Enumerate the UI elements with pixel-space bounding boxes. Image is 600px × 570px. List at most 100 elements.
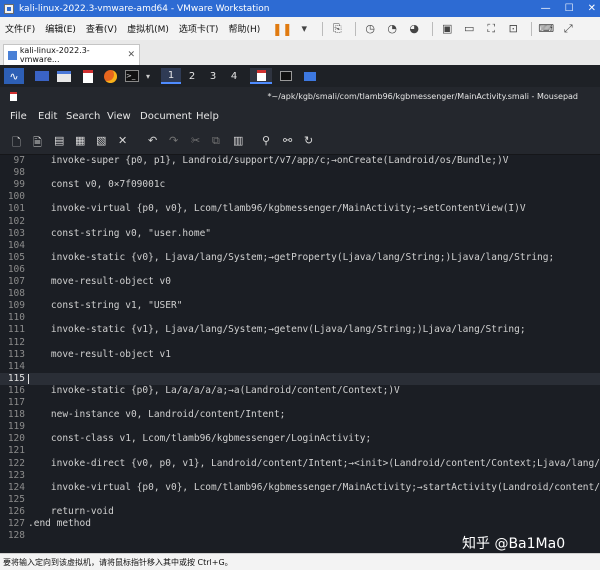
close-document-icon[interactable]: ✕ bbox=[118, 134, 127, 147]
open-icon[interactable]: ▤ bbox=[54, 134, 64, 147]
code-line[interactable]: 107 move-result-object v0 bbox=[0, 276, 600, 288]
taskbar-mousepad[interactable] bbox=[250, 68, 272, 84]
code-line[interactable]: 116 invoke-static {p0}, La/a/a/a/a;→a(La… bbox=[0, 385, 600, 397]
code-line[interactable]: 117 bbox=[0, 397, 600, 409]
mp-menu-help[interactable]: Help bbox=[196, 111, 219, 122]
pause-icon[interactable]: ❚❚ bbox=[272, 21, 292, 37]
line-number: 97 bbox=[13, 155, 25, 166]
launcher-dropdown-icon[interactable]: ▾ bbox=[143, 68, 153, 84]
workspace-2[interactable]: 2 bbox=[182, 68, 202, 84]
code-line[interactable]: 104 bbox=[0, 240, 600, 252]
snapshot-manager-icon[interactable]: ◕ bbox=[405, 21, 423, 37]
find-replace-icon[interactable]: ⚯ bbox=[283, 134, 292, 147]
code-line[interactable]: 125 bbox=[0, 494, 600, 506]
workspace-4[interactable]: 4 bbox=[224, 68, 244, 84]
code-line[interactable]: 97 invoke-super {p0, p1}, Landroid/suppo… bbox=[0, 155, 600, 167]
code-line[interactable]: 119 bbox=[0, 421, 600, 433]
code-line[interactable]: 122 invoke-direct {v0, p0, v1}, Landroid… bbox=[0, 458, 600, 470]
taskbar-folder[interactable] bbox=[302, 68, 318, 84]
send-keys-icon[interactable]: ⎘ bbox=[328, 21, 346, 37]
line-number: 124 bbox=[7, 481, 25, 493]
save-icon[interactable]: ▦ bbox=[75, 134, 85, 147]
menu-edit[interactable]: 编辑(E) bbox=[40, 22, 81, 35]
mp-menu-file[interactable]: File bbox=[10, 111, 27, 122]
code-line[interactable]: 111 invoke-static {v1}, Ljava/lang/Syste… bbox=[0, 324, 600, 336]
code-line[interactable]: 108 bbox=[0, 288, 600, 300]
line-number: 99 bbox=[13, 179, 25, 191]
code-line[interactable]: 110 bbox=[0, 312, 600, 324]
code-line[interactable]: 118 new-instance v0, Landroid/content/In… bbox=[0, 409, 600, 421]
new-window-icon[interactable]: 🗎 bbox=[33, 134, 42, 153]
taskbar-terminal[interactable] bbox=[278, 68, 294, 84]
code-line[interactable]: 99 const v0, 0×7f09001c bbox=[0, 179, 600, 191]
code-line[interactable]: 123 bbox=[0, 470, 600, 482]
show-desktop-icon[interactable] bbox=[34, 68, 50, 84]
code-line[interactable]: 106 bbox=[0, 264, 600, 276]
code-editor[interactable]: 97 invoke-super {p0, p1}, Landroid/suppo… bbox=[0, 155, 600, 551]
code-line[interactable]: 124 invoke-virtual {p0, v0}, Lcom/tlamb9… bbox=[0, 482, 600, 494]
paste-icon[interactable]: ▥ bbox=[233, 134, 243, 147]
menu-view[interactable]: 查看(V) bbox=[81, 22, 122, 35]
maximize-icon[interactable]: ☐ bbox=[565, 3, 574, 14]
copy-icon[interactable]: ⧉ bbox=[212, 134, 220, 148]
revert-snapshot-icon[interactable]: ◔ bbox=[383, 21, 401, 37]
save-as-icon[interactable]: ▧ bbox=[96, 134, 106, 147]
workspace-1[interactable]: 1 bbox=[161, 68, 181, 84]
mousepad-titlebar: *~/apk/kgb/smali/com/tlamb96/kgbmessenge… bbox=[0, 87, 600, 107]
mp-menu-document[interactable]: Document bbox=[140, 111, 192, 122]
mp-menu-search[interactable]: Search bbox=[66, 111, 100, 122]
code-line[interactable]: 115 bbox=[0, 372, 600, 385]
close-tab-icon[interactable]: ✕ bbox=[127, 50, 135, 60]
code-line[interactable]: 101 invoke-virtual {p0, v0}, Lcom/tlamb9… bbox=[0, 203, 600, 215]
code-line[interactable]: 126 return-void bbox=[0, 506, 600, 518]
line-number: 113 bbox=[7, 348, 25, 360]
cut-icon[interactable]: ✂ bbox=[191, 134, 200, 147]
menu-help[interactable]: 帮助(H) bbox=[223, 22, 265, 35]
line-number: 116 bbox=[7, 384, 25, 396]
menu-tabs[interactable]: 选项卡(T) bbox=[174, 22, 224, 35]
text-caret bbox=[28, 373, 29, 384]
code-line[interactable]: 121 bbox=[0, 445, 600, 457]
minimize-icon[interactable]: — bbox=[541, 3, 551, 14]
code-line[interactable]: 100 bbox=[0, 191, 600, 203]
undo-icon[interactable]: ↶ bbox=[148, 134, 157, 147]
code-line[interactable]: 113 move-result-object v1 bbox=[0, 349, 600, 361]
console-icon[interactable]: ⌨ bbox=[537, 21, 555, 37]
code-line[interactable]: 103 const-string v0, "user.home" bbox=[0, 228, 600, 240]
menu-file[interactable]: 文件(F) bbox=[0, 22, 40, 35]
line-number: 106 bbox=[7, 263, 25, 275]
file-manager-icon[interactable] bbox=[56, 68, 72, 84]
code-line[interactable]: 105 invoke-static {v0}, Ljava/lang/Syste… bbox=[0, 252, 600, 264]
code-line[interactable]: 98 bbox=[0, 167, 600, 179]
terminal-icon[interactable]: >_ bbox=[123, 68, 141, 84]
vm-tab[interactable]: kali-linux-2022.3-vmware... ✕ bbox=[3, 44, 140, 65]
mp-menu-edit[interactable]: Edit bbox=[38, 111, 57, 122]
code-text: invoke-static {v0}, Ljava/lang/System;→g… bbox=[28, 251, 555, 263]
unity-icon[interactable]: ▭ bbox=[460, 21, 478, 37]
code-line[interactable]: 112 bbox=[0, 337, 600, 349]
fit-window-icon[interactable]: ⊡ bbox=[504, 21, 522, 37]
code-text: invoke-virtual {p0, v0}, Lcom/tlamb96/kg… bbox=[28, 203, 526, 215]
mp-menu-view[interactable]: View bbox=[107, 111, 131, 122]
library-icon[interactable]: ▣ bbox=[438, 21, 456, 37]
close-icon[interactable]: ✕ bbox=[588, 3, 596, 14]
new-document-icon[interactable]: 🗋 bbox=[12, 134, 21, 153]
stretch-icon[interactable]: ⤢ bbox=[559, 21, 577, 37]
goto-line-icon[interactable]: ↻ bbox=[304, 134, 313, 147]
snapshot-icon[interactable]: ◷ bbox=[361, 21, 379, 37]
workspace-3[interactable]: 3 bbox=[203, 68, 223, 84]
dropdown-icon[interactable]: ▾ bbox=[295, 21, 313, 37]
menu-vm[interactable]: 虚拟机(M) bbox=[122, 22, 174, 35]
find-icon[interactable]: ⚲ bbox=[262, 134, 270, 147]
code-line[interactable]: 120 const-class v1, Lcom/tlamb96/kgbmess… bbox=[0, 433, 600, 445]
code-line[interactable]: 102 bbox=[0, 216, 600, 228]
kali-menu-icon[interactable]: ∿ bbox=[4, 68, 24, 84]
code-text: move-result-object v0 bbox=[28, 276, 171, 287]
text-editor-icon[interactable] bbox=[80, 68, 96, 84]
code-line[interactable]: 109 const-string v1, "USER" bbox=[0, 300, 600, 312]
firefox-icon[interactable] bbox=[101, 68, 119, 84]
fullscreen-icon[interactable]: ⛶ bbox=[482, 21, 500, 37]
redo-icon[interactable]: ↷ bbox=[169, 134, 178, 147]
code-line[interactable]: 127 .end method bbox=[0, 518, 600, 530]
code-line[interactable]: 114 bbox=[0, 361, 600, 373]
